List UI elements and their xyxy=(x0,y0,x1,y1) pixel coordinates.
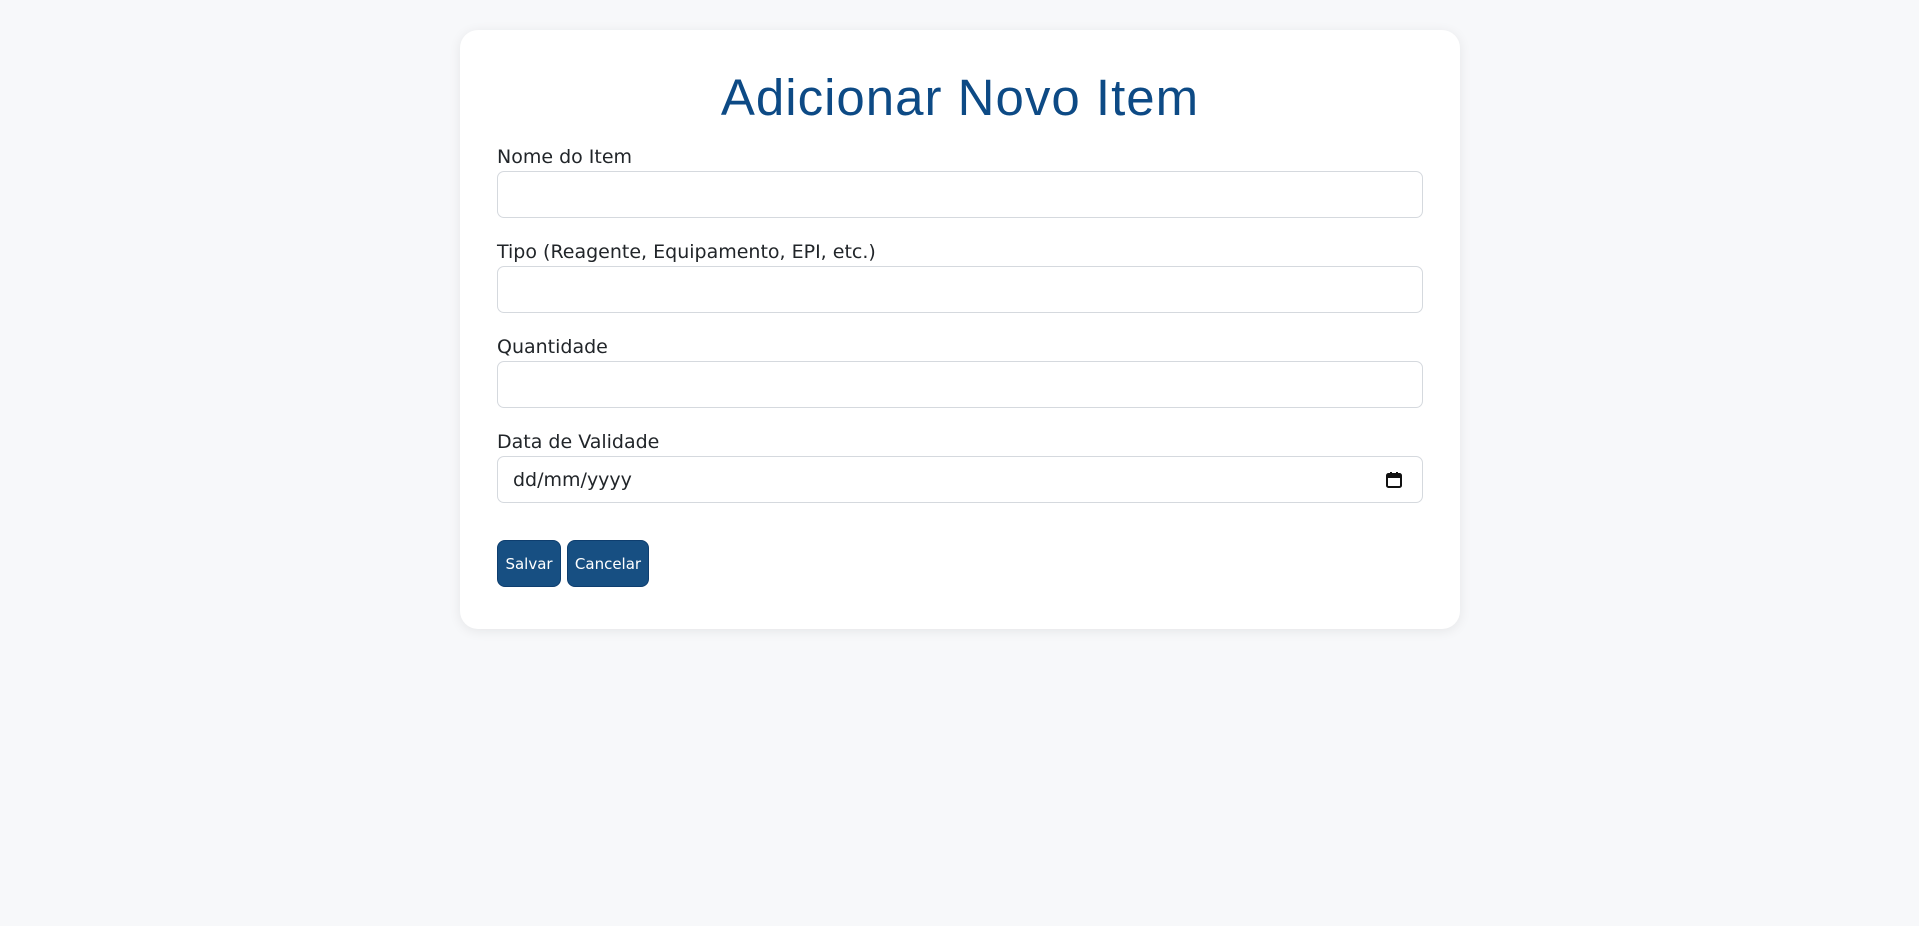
expiry-date-group: Data de Validade dd/mm/yyyy xyxy=(497,431,1423,503)
page-title: Adicionar Novo Item xyxy=(720,69,1200,126)
item-name-label: Nome do Item xyxy=(497,146,633,168)
item-name-group: Nome do Item xyxy=(497,146,1423,218)
save-button[interactable]: Salvar xyxy=(497,540,561,587)
form-actions: Salvar Cancelar xyxy=(497,540,1423,587)
quantity-input[interactable] xyxy=(497,361,1423,408)
item-type-label: Tipo (Reagente, Equipamento, EPI, etc.) xyxy=(497,241,876,263)
cancel-button[interactable]: Cancelar xyxy=(567,540,649,587)
item-name-input[interactable] xyxy=(497,171,1423,218)
quantity-label: Quantidade xyxy=(497,336,608,358)
calendar-icon[interactable] xyxy=(1385,471,1403,489)
item-type-input[interactable] xyxy=(497,266,1423,313)
quantity-group: Quantidade xyxy=(497,336,1423,408)
item-type-group: Tipo (Reagente, Equipamento, EPI, etc.) xyxy=(497,241,1423,313)
expiry-date-input[interactable]: dd/mm/yyyy xyxy=(497,456,1423,503)
add-item-form-card: Adicionar Novo Item Nome do Item Tipo (R… xyxy=(460,30,1460,629)
expiry-date-label: Data de Validade xyxy=(497,431,660,453)
date-placeholder: dd/mm/yyyy xyxy=(513,468,632,491)
